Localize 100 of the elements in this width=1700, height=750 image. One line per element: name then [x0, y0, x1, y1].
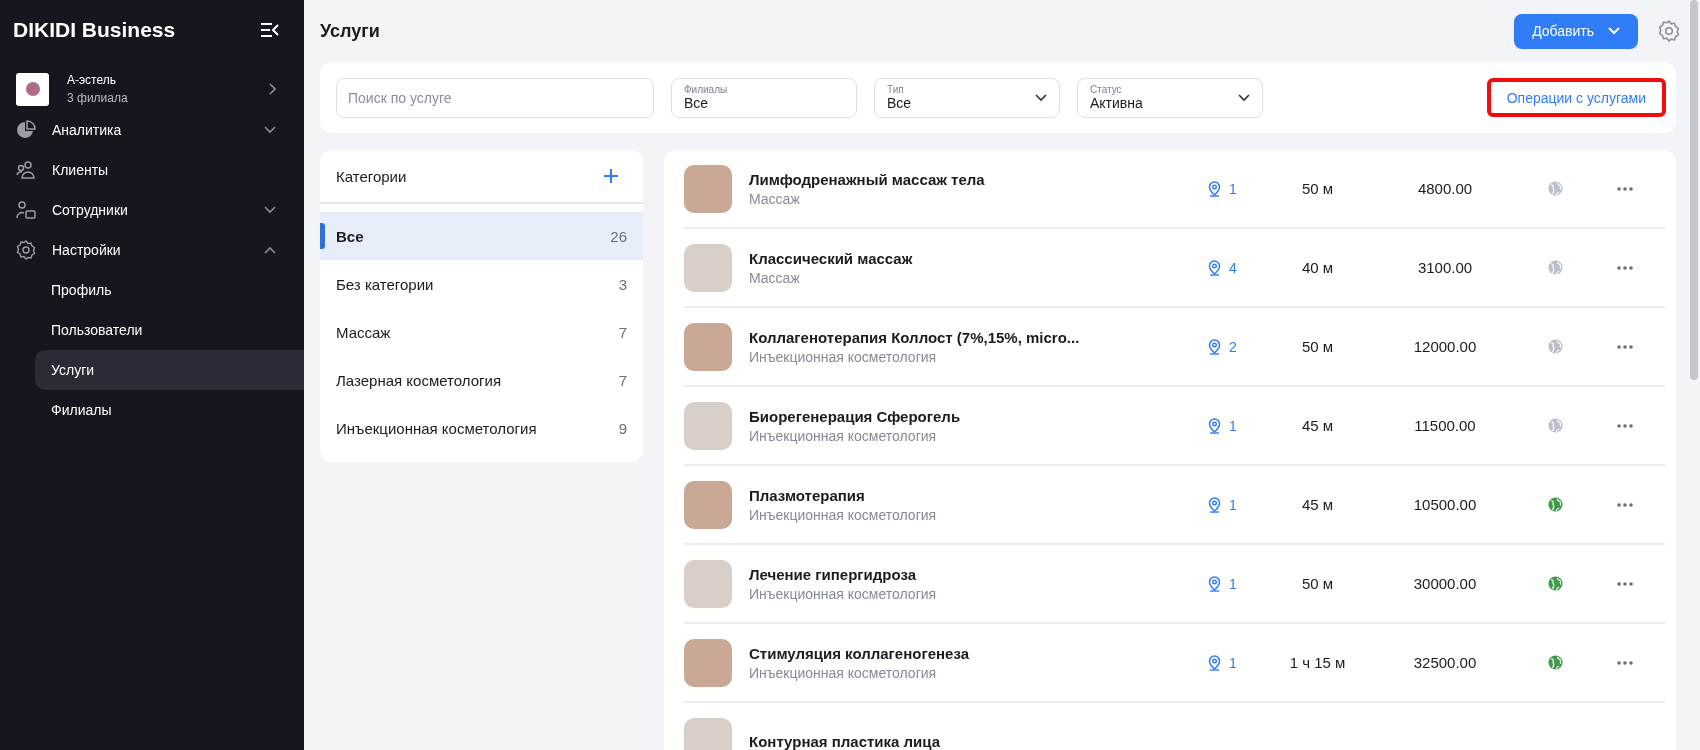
service-price: 10500.00	[1412, 496, 1478, 513]
category-count: 26	[610, 227, 627, 245]
location-pin-icon	[1208, 338, 1221, 355]
service-price: 32500.00	[1412, 654, 1478, 671]
location-pin-icon	[1208, 654, 1221, 671]
more-icon[interactable]	[1617, 660, 1633, 665]
category-name: Лазерная косметология	[336, 371, 501, 389]
nav-item[interactable]: Клиенты	[0, 150, 304, 190]
location-pin-icon	[1208, 180, 1221, 197]
location-pin-icon	[1208, 417, 1221, 434]
service-name[interactable]: Стимуляция коллагеногенеза	[749, 644, 1208, 662]
service-duration: 45 м	[1300, 496, 1335, 513]
service-category: Инъекционная косметология	[749, 585, 938, 602]
settings-icon	[16, 240, 36, 260]
people-icon	[16, 160, 36, 180]
category-item[interactable]: Все 26	[320, 212, 643, 260]
category-count: 7	[618, 323, 627, 341]
service-category: Инъекционная косметология	[749, 664, 938, 681]
service-duration: 50 м	[1300, 180, 1335, 197]
service-name[interactable]: Лечение гипергидроза	[749, 565, 1208, 583]
chevron-down-icon	[1035, 93, 1047, 102]
more-icon[interactable]	[1617, 344, 1633, 349]
nav-subitem[interactable]: Пользователи	[0, 310, 304, 350]
person-card-icon	[16, 200, 36, 220]
dropdown-field[interactable]: Статус Активна	[1077, 77, 1263, 118]
branch-count[interactable]: 2	[1229, 338, 1237, 355]
operations-button[interactable]: Операции с услугами	[1486, 78, 1666, 117]
service-category: Инъекционная косметология	[749, 348, 938, 365]
search-field[interactable]: Поиск по услуге	[336, 77, 654, 118]
category-item[interactable]: Лазерная косметология 7	[320, 356, 643, 404]
location-pin-icon	[1208, 575, 1221, 592]
service-name[interactable]: Классический массаж	[749, 249, 1208, 267]
photo-placeholder	[684, 322, 732, 371]
nav-subitem[interactable]: Профиль	[0, 270, 304, 310]
service-price: 4800.00	[1416, 180, 1474, 197]
service-name[interactable]: Коллагенотерапия Коллост (7%,15%, micro...	[749, 328, 1208, 346]
account-switcher[interactable]: А-эстель 3 филиала	[0, 68, 304, 110]
panel-title: Категории	[336, 167, 407, 185]
category-item[interactable]: Инъекционная косметология 9	[320, 404, 643, 452]
nav-subitem[interactable]: Услуги	[35, 350, 304, 390]
service-name[interactable]: Контурная пластика лица	[749, 733, 1208, 750]
service-duration: 50 м	[1300, 338, 1335, 355]
location-pin-icon	[1208, 259, 1221, 276]
branch-count[interactable]: 1	[1229, 180, 1237, 197]
app-title: DIKIDI Business	[13, 18, 176, 42]
category-item[interactable]: Без категории 3	[320, 260, 643, 308]
service-name[interactable]: Плазмотерапия	[749, 486, 1208, 504]
collapse-menu-icon[interactable]	[260, 22, 280, 38]
branch-count[interactable]: 1	[1229, 496, 1237, 513]
service-category: Инъекционная косметология	[749, 506, 938, 523]
service-duration: 1 ч 15 м	[1288, 654, 1347, 671]
nav-subitem[interactable]: Филиалы	[0, 390, 304, 430]
settings-icon[interactable]	[1658, 20, 1680, 42]
chevron-down-icon	[1608, 27, 1620, 35]
nav-item[interactable]: Настройки	[0, 230, 304, 270]
service-name[interactable]: Лимфодренажный массаж тела	[749, 170, 1208, 188]
service-price: 12000.00	[1412, 338, 1478, 355]
photo-placeholder	[684, 401, 732, 450]
input-field[interactable]: Филиалы Все	[671, 77, 857, 118]
category-name: Без категории	[336, 275, 434, 293]
service-name[interactable]: Биорегенерация Сферогель	[749, 407, 1208, 425]
branch-count[interactable]: 1	[1229, 417, 1237, 434]
account-name: А-эстель	[67, 73, 117, 87]
add-button[interactable]: Добавить	[1514, 13, 1638, 49]
service-duration: 45 м	[1300, 417, 1335, 434]
service-price: 3100.00	[1416, 259, 1474, 276]
account-subtitle: 3 филиала	[67, 91, 129, 105]
more-icon[interactable]	[1617, 581, 1633, 586]
service-price: 30000.00	[1412, 575, 1478, 592]
more-icon[interactable]	[1617, 423, 1633, 428]
photo-placeholder	[684, 559, 732, 608]
logo-image	[16, 72, 49, 106]
page-title: Услуги	[320, 20, 381, 42]
location-pin-icon	[1208, 496, 1221, 513]
photo-placeholder	[684, 480, 732, 529]
service-duration: 40 м	[1300, 259, 1335, 276]
service-category: Массаж	[749, 190, 801, 207]
service-category: Массаж	[749, 269, 801, 286]
dropdown-field[interactable]: Тип Все	[874, 77, 1060, 118]
more-icon[interactable]	[1617, 265, 1633, 270]
category-name: Все	[336, 227, 364, 245]
nav-item[interactable]: Сотрудники	[0, 190, 304, 230]
photo-placeholder	[684, 243, 732, 292]
more-icon[interactable]	[1617, 186, 1633, 191]
service-category: Инъекционная косметология	[749, 427, 938, 444]
category-item[interactable]: Массаж 7	[320, 308, 643, 356]
chevron-down-icon	[1238, 93, 1250, 102]
branch-count[interactable]: 1	[1229, 575, 1237, 592]
category-count: 3	[618, 275, 627, 293]
nav-item[interactable]: Аналитика	[0, 110, 304, 150]
service-duration: 50 м	[1300, 575, 1335, 592]
category-count: 9	[618, 419, 627, 437]
scrollbar-thumb[interactable]	[1690, 0, 1698, 380]
photo-placeholder	[684, 164, 732, 213]
chevron-right-icon	[268, 83, 276, 95]
branch-count[interactable]: 4	[1229, 259, 1237, 276]
branch-count[interactable]: 1	[1229, 654, 1237, 671]
more-icon[interactable]	[1617, 502, 1633, 507]
category-name: Массаж	[336, 323, 391, 341]
add-icon[interactable]	[603, 168, 619, 184]
